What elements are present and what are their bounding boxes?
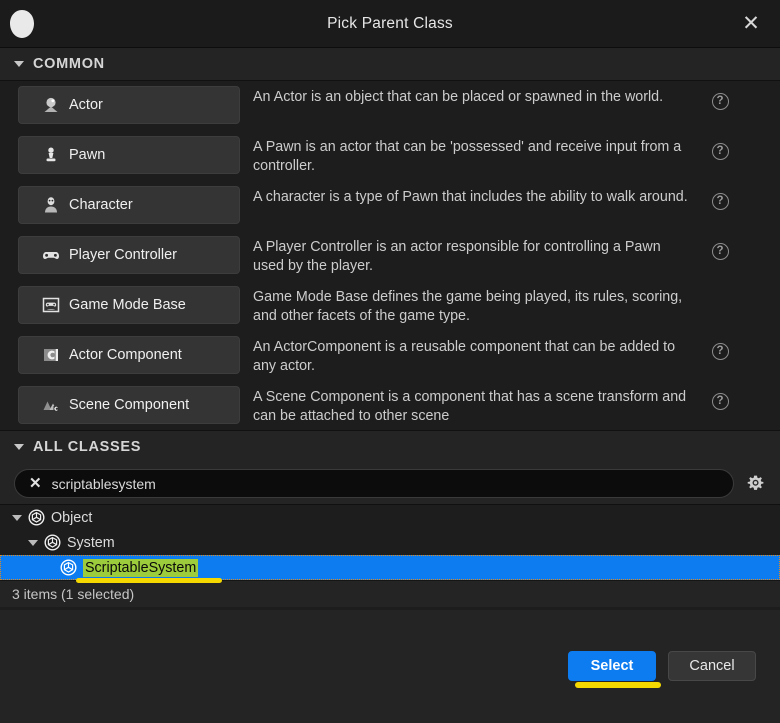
class-description: A character is a type of Pawn that inclu… [253,189,688,205]
scene-component-icon [41,396,60,415]
common-row: Pawn A Pawn is an actor that can be 'pos… [0,131,780,181]
class-button-label: Game Mode Base [69,297,186,313]
chevron-down-icon[interactable] [28,539,38,546]
actor-component-icon [41,346,60,365]
help-slot: ? [693,81,747,110]
tree-item-label: System [67,534,115,551]
class-button-actor-component[interactable]: Actor Component [18,336,240,374]
annotation-underline-select [575,682,661,688]
class-node-icon [28,509,45,526]
search-input[interactable] [51,475,719,492]
unreal-engine-logo-icon [0,0,44,47]
class-button-label: Player Controller [69,247,177,263]
section-header-common[interactable]: COMMON [0,48,780,80]
class-button-label: Pawn [69,147,106,163]
class-node-icon [44,534,61,551]
tree-status-bar: 3 items (1 selected) [0,580,780,607]
tree-item-system[interactable]: System [0,530,780,555]
class-button-label: Character [69,197,133,213]
chevron-down-icon [14,61,24,67]
common-row: Game Mode Base Game Mode Base defines th… [0,281,780,331]
common-row: Actor An Actor is an object that can be … [0,81,780,131]
tree-item-object[interactable]: Object [0,505,780,530]
search-box[interactable]: ✕ [14,469,734,498]
common-row: Scene Component A Scene Component is a c… [0,381,780,430]
help-slot: ? [693,231,747,260]
title-bar: Pick Parent Class ✕ [0,0,780,48]
help-slot: ? [693,331,747,360]
tree-item-label: Object [51,509,93,526]
help-circle-icon[interactable]: ? [711,193,729,210]
select-button[interactable]: Select [568,651,661,688]
help-circle-icon[interactable]: ? [711,143,729,160]
class-description: Game Mode Base defines the game being pl… [253,289,683,324]
close-icon[interactable]: ✕ [736,9,766,39]
help-slot: ? [693,281,747,310]
class-button-player-controller[interactable]: Player Controller [18,236,240,274]
class-description: An ActorComponent is a reusable componen… [253,339,676,374]
character-icon [41,196,60,215]
class-button-scene-component[interactable]: Scene Component [18,386,240,424]
window-title: Pick Parent Class [327,14,453,32]
section-header-all-classes[interactable]: ALL CLASSES [0,431,780,463]
gear-icon[interactable] [742,471,768,497]
section-label-common: COMMON [33,56,105,72]
class-description: A Scene Component is a component that ha… [253,389,687,424]
clear-x-icon[interactable]: ✕ [29,476,42,491]
help-circle-icon[interactable]: ? [711,243,729,260]
gamepad-icon [41,246,60,265]
help-slot: ? [693,131,747,160]
select-button-label: Select [590,658,634,674]
common-row: Actor Component An ActorComponent is a r… [0,331,780,381]
dialog-footer: Select Cancel [0,627,780,723]
search-bar: ✕ [0,463,780,504]
common-row: Player Controller A Player Controller is… [0,231,780,281]
class-button-game-mode-base[interactable]: Game Mode Base [18,286,240,324]
tree-item-label: ScriptableSystem [83,558,199,577]
help-circle-icon[interactable]: ? [711,343,729,360]
common-row: Character A character is a type of Pawn … [0,181,780,231]
class-node-icon [60,559,77,576]
class-description: An Actor is an object that can be placed… [253,89,664,105]
annotation-underline-scriptablesystem [76,578,222,583]
class-button-label: Scene Component [69,397,190,413]
actor-icon [41,96,60,115]
chevron-down-icon[interactable] [12,514,22,521]
help-circle-icon[interactable]: ? [711,93,729,110]
pick-parent-class-dialog: Pick Parent Class ✕ COMMON Actor An Acto… [0,0,780,723]
game-mode-icon [41,296,60,315]
pawn-icon [41,146,60,165]
class-button-actor[interactable]: Actor [18,86,240,124]
tree-item-scriptablesystem[interactable]: ScriptableSystem [0,555,780,583]
class-button-label: Actor Component [69,347,182,363]
common-classes-panel: Actor An Actor is an object that can be … [0,80,780,431]
cancel-button-label: Cancel [689,658,735,674]
class-tree: Object System ScriptableSystem 3 items (… [0,504,780,610]
class-button-character[interactable]: Character [18,186,240,224]
chevron-down-icon [14,444,24,450]
class-button-pawn[interactable]: Pawn [18,136,240,174]
help-slot: ? [693,181,747,210]
help-slot: ? [693,381,747,410]
section-label-all-classes: ALL CLASSES [33,439,142,455]
class-description: A Pawn is an actor that can be 'possesse… [253,139,682,174]
cancel-button[interactable]: Cancel [668,651,756,681]
help-circle-icon[interactable]: ? [711,393,729,410]
class-button-label: Actor [69,97,103,113]
class-description: A Player Controller is an actor responsi… [253,239,661,274]
